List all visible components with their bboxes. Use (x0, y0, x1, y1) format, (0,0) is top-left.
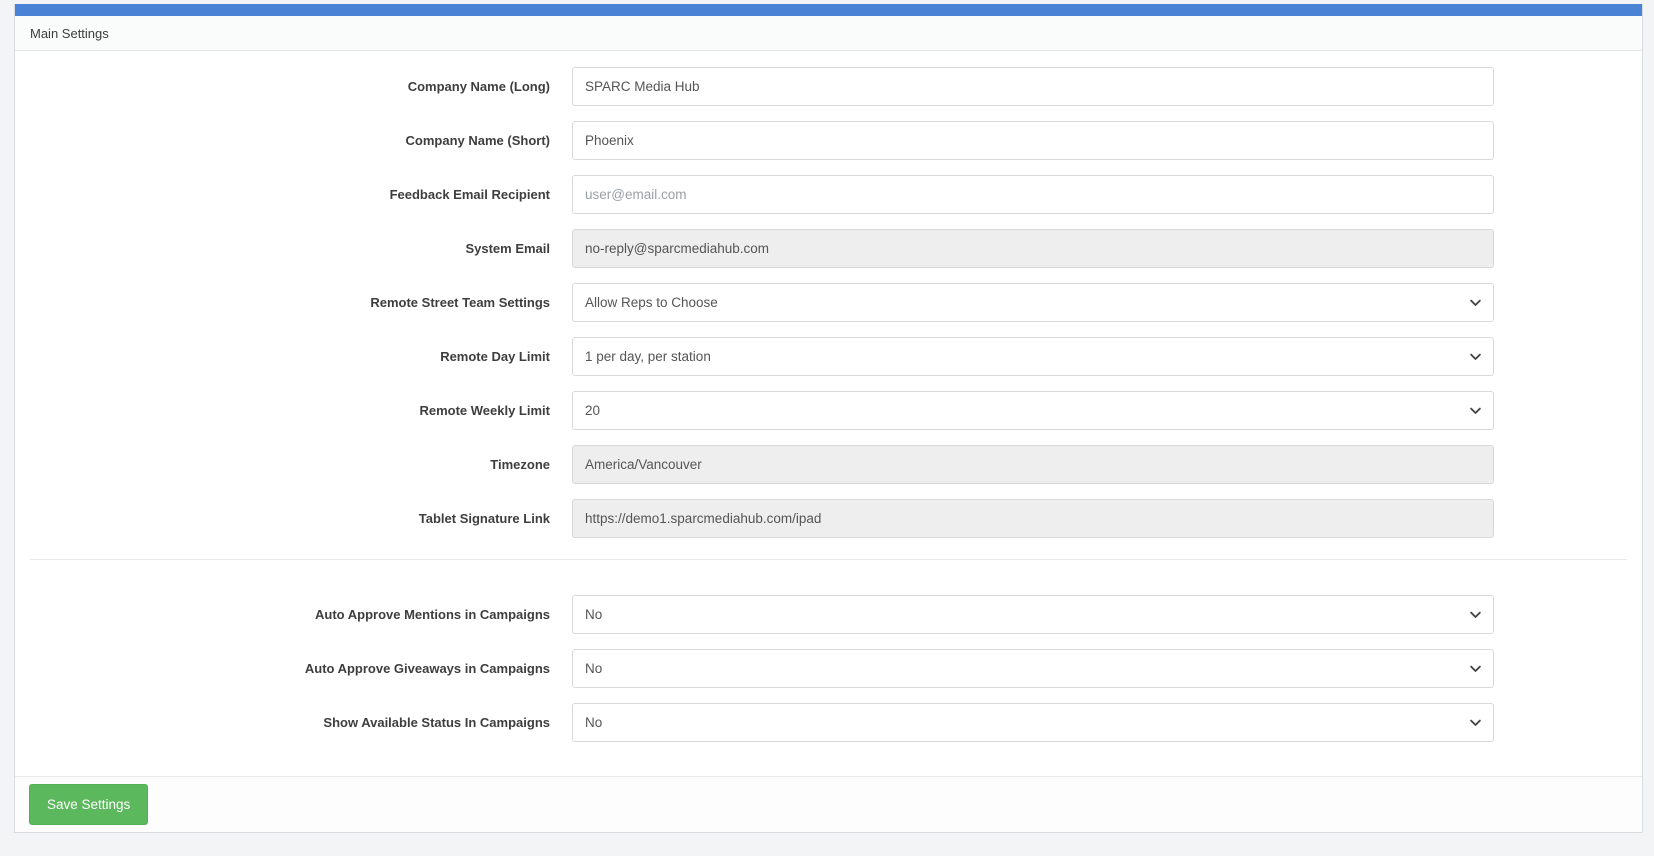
field-label-show-available-status-in-campaigns: Show Available Status In Campaigns (323, 715, 550, 730)
form-row: Auto Approve Giveaways in Campaigns No (30, 649, 1627, 688)
field-label-feedback-email-recipient: Feedback Email Recipient (389, 187, 550, 202)
field-input-company-name-long[interactable] (572, 67, 1494, 106)
form-row: Remote Weekly Limit 20 (30, 391, 1627, 430)
field-input-timezone (572, 445, 1494, 484)
save-settings-button[interactable]: Save Settings (29, 784, 149, 825)
field-input-feedback-email-recipient[interactable] (572, 175, 1494, 214)
form-section-campaigns: Auto Approve Mentions in Campaigns No Auto… (30, 595, 1627, 742)
field-control-wrap (572, 121, 1494, 160)
field-control-wrap: No (572, 649, 1494, 688)
form-row: Timezone (30, 445, 1627, 484)
field-control-wrap: No (572, 703, 1494, 742)
form-row: Company Name (Long) (30, 67, 1627, 106)
field-control-wrap: 1 per day, per station (572, 337, 1494, 376)
form-row: Company Name (Short) (30, 121, 1627, 160)
field-label-timezone: Timezone (490, 457, 550, 472)
form-row: System Email (30, 229, 1627, 268)
field-label-company-name-long: Company Name (Long) (407, 79, 550, 94)
section-divider (30, 559, 1627, 560)
panel-footer: Save Settings (15, 776, 1642, 832)
panel-title: Main Settings (30, 26, 109, 41)
form-row: Remote Day Limit 1 per day, per station (30, 337, 1627, 376)
field-control-wrap (572, 175, 1494, 214)
form-row: Feedback Email Recipient (30, 175, 1627, 214)
field-label-auto-approve-giveaways-in-campaigns: Auto Approve Giveaways in Campaigns (304, 661, 550, 676)
settings-form: Company Name (Long) Company Name (Short) F… (15, 51, 1642, 776)
form-row: Show Available Status In Campaigns No (30, 703, 1627, 742)
field-input-company-name-short[interactable] (572, 121, 1494, 160)
field-control-wrap (572, 445, 1494, 484)
field-control-wrap: 20 (572, 391, 1494, 430)
field-select-remote-weekly-limit[interactable]: 20 (572, 391, 1494, 430)
field-label-company-name-short: Company Name (Short) (405, 133, 550, 148)
field-select-auto-approve-giveaways-in-campaigns[interactable]: No (572, 649, 1494, 688)
field-label-remote-weekly-limit: Remote Weekly Limit (419, 403, 550, 418)
form-row: Tablet Signature Link (30, 499, 1627, 538)
field-control-wrap (572, 499, 1494, 538)
field-control-wrap (572, 67, 1494, 106)
panel-header: Main Settings (15, 16, 1642, 51)
field-label-remote-street-team-settings: Remote Street Team Settings (370, 295, 550, 310)
field-select-auto-approve-mentions-in-campaigns[interactable]: No (572, 595, 1494, 634)
field-label-tablet-signature-link: Tablet Signature Link (418, 511, 550, 526)
field-control-wrap (572, 229, 1494, 268)
panel-accent-bar (15, 4, 1642, 16)
field-select-remote-day-limit[interactable]: 1 per day, per station (572, 337, 1494, 376)
form-row: Auto Approve Mentions in Campaigns No (30, 595, 1627, 634)
field-control-wrap: No (572, 595, 1494, 634)
form-row: Remote Street Team Settings Allow Reps to… (30, 283, 1627, 322)
field-select-show-available-status-in-campaigns[interactable]: No (572, 703, 1494, 742)
field-select-remote-street-team-settings[interactable]: Allow Reps to Choose (572, 283, 1494, 322)
field-label-remote-day-limit: Remote Day Limit (440, 349, 550, 364)
form-section-main: Company Name (Long) Company Name (Short) F… (30, 67, 1627, 538)
field-label-auto-approve-mentions-in-campaigns: Auto Approve Mentions in Campaigns (315, 607, 550, 622)
field-label-system-email: System Email (465, 241, 550, 256)
field-control-wrap: Allow Reps to Choose (572, 283, 1494, 322)
main-settings-panel: Main Settings Company Name (Long)Company… (14, 4, 1643, 833)
field-input-tablet-signature-link (572, 499, 1494, 538)
field-input-system-email (572, 229, 1494, 268)
